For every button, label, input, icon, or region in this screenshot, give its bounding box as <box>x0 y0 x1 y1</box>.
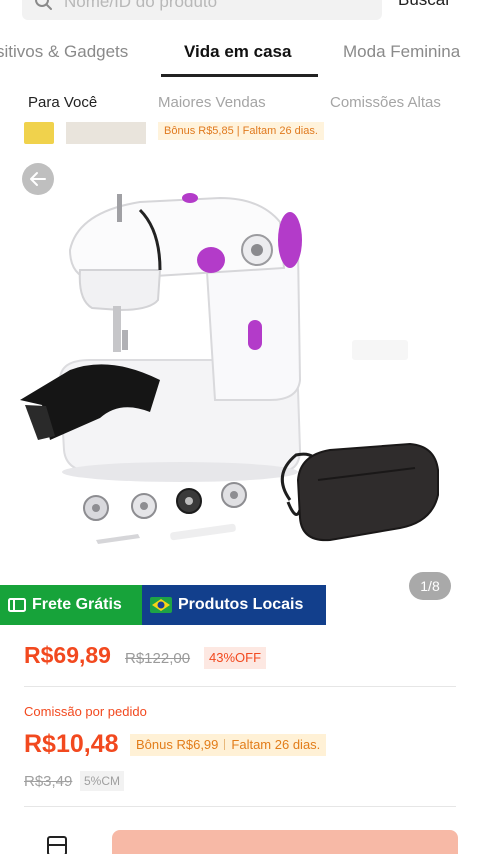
commission-rate-chip: 5%CM <box>80 771 125 791</box>
previous-card-peek: Bônus R$5,85 | Faltam 26 dias. <box>0 122 480 146</box>
free-shipping-label: Frete Grátis <box>32 596 122 613</box>
back-button[interactable] <box>22 163 54 195</box>
active-tab-underline <box>161 74 318 77</box>
tab-dispositivos-gadgets[interactable]: sitivos & Gadgets <box>0 42 128 62</box>
bonus-separator <box>224 739 226 750</box>
subtab-comissoes-altas[interactable]: Comissões Altas <box>330 94 441 111</box>
bonus-days-left: Faltam 26 dias. <box>231 737 321 752</box>
free-shipping-badge: Frete Grátis <box>0 585 142 625</box>
search-row: Buscar <box>0 0 480 26</box>
subtab-maiores-vendas[interactable]: Maiores Vendas <box>158 94 266 111</box>
brazil-flag-icon <box>150 597 172 613</box>
subtab-para-voce[interactable]: Para Você <box>28 94 97 111</box>
image-page-indicator: 1/8 <box>409 572 451 600</box>
divider <box>24 806 456 807</box>
ticket-icon <box>8 598 26 612</box>
bonus-amount: Bônus R$6,99 <box>136 737 219 752</box>
commission-old-value: R$3,49 <box>24 773 73 790</box>
divider <box>24 686 456 687</box>
search-input[interactable] <box>64 0 364 13</box>
local-products-badge: Produtos Locais <box>142 585 326 625</box>
search-icon <box>35 0 52 10</box>
bonus-chip: Bônus R$6,99 Faltam 26 dias. <box>130 734 327 756</box>
discount-badge: 43%OFF <box>204 647 267 669</box>
product-price: R$69,89 <box>24 642 111 668</box>
commission-label: Comissão por pedido <box>24 704 147 719</box>
original-price: R$122,00 <box>125 650 191 667</box>
previous-thumbnail <box>24 122 54 144</box>
primary-action-button[interactable] <box>112 830 458 854</box>
store-icon[interactable] <box>45 834 69 854</box>
product-image[interactable] <box>0 150 480 580</box>
sewing-machine-illustration <box>20 193 439 544</box>
tab-vida-em-casa[interactable]: Vida em casa <box>184 42 291 62</box>
category-tabs: sitivos & Gadgets Vida em casa Moda Femi… <box>0 34 480 78</box>
local-products-label: Produtos Locais <box>178 596 304 613</box>
previous-thumbnail-2 <box>66 122 146 144</box>
search-button[interactable]: Buscar <box>398 0 451 10</box>
tab-moda-feminina[interactable]: Moda Feminina <box>343 42 460 62</box>
arrow-left-icon <box>30 172 46 186</box>
sub-tabs: Para Você Maiores Vendas Comissões Altas <box>0 88 480 122</box>
commission-value: R$10,48 <box>24 730 119 758</box>
search-box[interactable] <box>22 0 382 20</box>
previous-bonus-chip: Bônus R$5,85 | Faltam 26 dias. <box>158 122 324 140</box>
